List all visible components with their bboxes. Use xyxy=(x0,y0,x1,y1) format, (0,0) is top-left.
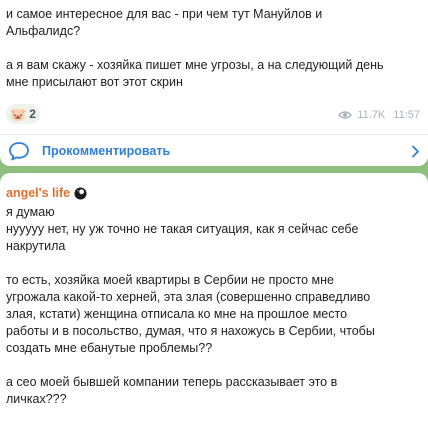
eye-icon xyxy=(338,111,353,119)
text-line: угрожала какой-то херней, эта злая (сове… xyxy=(6,290,371,304)
reaction-count: 2 xyxy=(29,107,36,121)
text-line: злая, кстати) женщина отписала ко мне на… xyxy=(6,307,348,321)
text-line: создать мне ебанутые проблемы?? xyxy=(6,341,213,355)
message-1-paragraph: а я вам скажу - хозяйка пишет мне угрозы… xyxy=(6,57,418,91)
view-count: 11.7K xyxy=(357,109,386,121)
message-time: 11:57 xyxy=(393,109,420,121)
message-1-text: и самое интересное для вас - при чем тут… xyxy=(0,0,428,91)
text-line: а я вам скажу - хозяйка пишет мне угрозы… xyxy=(6,58,384,72)
message-1-paragraph: и самое интересное для вас - при чем тут… xyxy=(6,6,418,40)
comment-bubble-icon xyxy=(9,141,29,160)
message-2-paragraph: то есть, хозяйка моей квартиры в Сербии … xyxy=(6,272,375,357)
text-line: а сео моей бывшей компании теперь расска… xyxy=(6,375,338,389)
author-name[interactable]: angel's life xyxy=(6,186,70,200)
message-bubble-1: и самое интересное для вас - при чем тут… xyxy=(0,0,428,166)
comment-button[interactable]: Прокомментировать xyxy=(0,135,428,166)
text-line: мне присылают вот этот скрин xyxy=(6,75,183,89)
chevron-right-icon xyxy=(412,145,419,158)
text-line: работы и в посольство, думая, что я нахо… xyxy=(6,324,375,338)
message-meta: 11.7K 11:57 xyxy=(338,109,420,121)
author-row: angel's life xyxy=(6,186,87,200)
text-line: накрутила xyxy=(6,239,66,253)
text-line: и самое интересное для вас - при чем тут… xyxy=(6,7,323,21)
message-2-text: я думаю нууууу нет, ну уж точно не такая… xyxy=(0,204,385,408)
8-ball-icon xyxy=(74,186,87,200)
reaction-button[interactable]: 🐷 2 xyxy=(6,104,40,124)
text-line: Альфалидс? xyxy=(6,24,81,38)
message-2-paragraph: а сео моей бывшей компании теперь расска… xyxy=(6,374,375,408)
pig-emoji-icon: 🐷 xyxy=(10,106,27,122)
message-2-paragraph: я думаю нууууу нет, ну уж точно не такая… xyxy=(6,204,375,255)
text-line: я думаю xyxy=(6,205,55,219)
comment-label: Прокомментировать xyxy=(42,143,171,158)
text-line: личках??? xyxy=(6,392,67,406)
text-line: нууууу нет, ну уж точно не такая ситуаци… xyxy=(6,222,359,236)
text-line: то есть, хозяйка моей квартиры в Сербии … xyxy=(6,273,334,287)
